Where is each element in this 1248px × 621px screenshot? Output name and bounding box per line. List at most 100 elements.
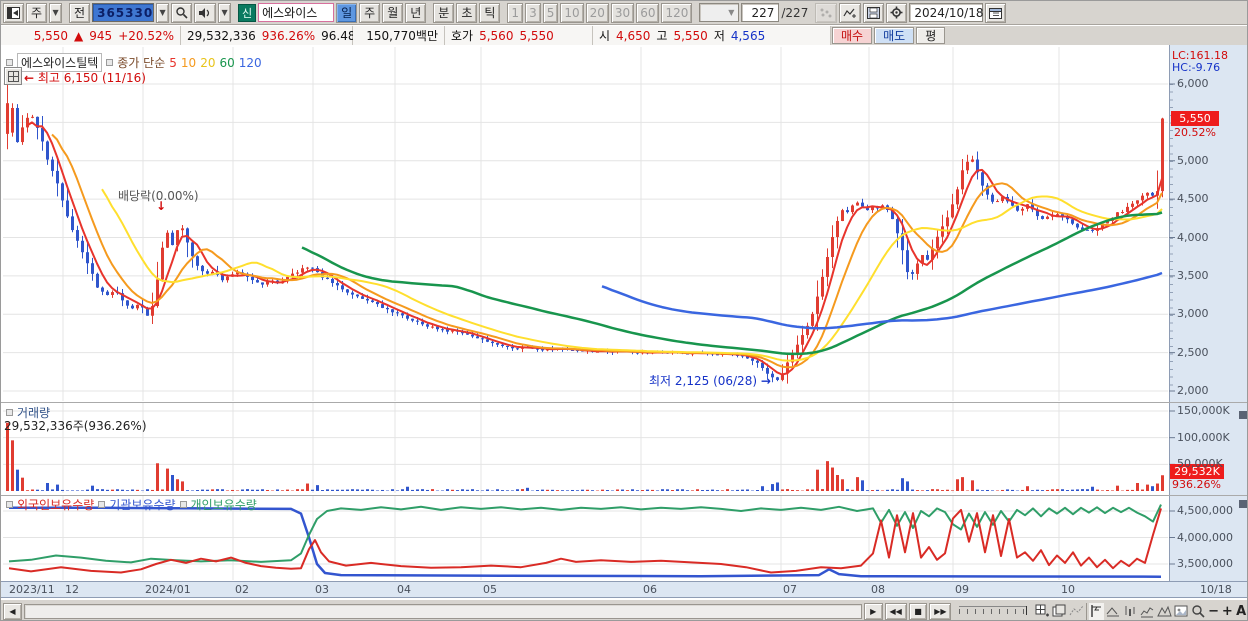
empty-select[interactable]: ▼ (699, 3, 740, 22)
change-pct-badge: 20.52% (1174, 126, 1216, 139)
x-axis-label: 10 (1061, 583, 1075, 596)
x-axis-label: 10/18 (1200, 583, 1232, 596)
search-icon (176, 7, 188, 19)
tab-tick[interactable]: 틱 (479, 2, 501, 23)
indicator-button[interactable] (839, 2, 862, 23)
bar-count-input[interactable]: 227 (741, 3, 780, 22)
settings-button[interactable] (886, 2, 908, 23)
tab-second[interactable]: 초 (456, 2, 478, 23)
legend-bullet (98, 501, 106, 508)
tab-yearly[interactable]: 년 (405, 2, 427, 23)
trendline-button[interactable] (1069, 603, 1084, 620)
buy-button[interactable]: 매수 (832, 27, 873, 44)
x-axis-label: 04 (397, 583, 411, 596)
date-input[interactable]: 2024/10/18 (909, 3, 984, 22)
minute-60-button[interactable]: 60 (636, 2, 660, 23)
copy-chart-button[interactable] (1052, 603, 1067, 620)
top-toolbar: 주 ▼ 전 365330 ▼ ▼ 신 에스와이스 일 주 월 년 분 초 틱 1… (1, 1, 1247, 25)
minute-10-button[interactable]: 10 (560, 2, 584, 23)
export-image-icon (1174, 605, 1188, 617)
compare-button[interactable] (815, 2, 838, 23)
legend-bullet (179, 501, 187, 508)
price-axis-minor-ticks (1170, 84, 1173, 391)
price-change: 945 (89, 28, 113, 43)
pane-collapse-icon[interactable] (1239, 411, 1247, 419)
quote-info-bar: 5,550 ▲ 945 +20.52% 29,532,336 936.26% 9… (1, 26, 1247, 45)
price-axis-label: 3,000 (1177, 307, 1209, 321)
peak-tool-button[interactable] (1106, 603, 1121, 620)
week-mode-button[interactable]: 주 (26, 2, 48, 23)
pattern-tool-button[interactable] (1156, 603, 1172, 620)
export-image-button[interactable] (1174, 603, 1189, 620)
sound-dropdown[interactable]: ▼ (218, 2, 232, 23)
add-pane-icon (1035, 604, 1050, 617)
axis-tool-icon (1091, 605, 1101, 617)
minute-3-button[interactable]: 3 (525, 2, 541, 23)
bottom-toolbar: ◀ ▶ ◀◀ ■ ▶▶ − + A (1, 599, 1247, 620)
bars-up-tool-button[interactable] (1140, 603, 1155, 620)
rewind-button[interactable]: ◀◀ (884, 602, 907, 620)
volume-value: 29,532,336 (187, 28, 256, 43)
tab-monthly[interactable]: 월 (382, 2, 404, 23)
up-arrow-icon: ▲ (74, 28, 84, 43)
bars-down-tool-button[interactable] (1123, 603, 1138, 620)
speed-slider[interactable] (959, 606, 1028, 616)
chart-grid-button[interactable] (4, 67, 22, 85)
hoga-label: 호가 (451, 29, 474, 43)
down-arrow-icon: ↓ (156, 199, 167, 213)
scroll-left-button[interactable]: ◀ (3, 602, 22, 620)
ma60-label: 60 (219, 55, 235, 70)
axis-tool-button[interactable] (1088, 602, 1104, 620)
avg-button[interactable]: 평 (916, 27, 946, 44)
sell-button[interactable]: 매도 (874, 27, 915, 44)
tab-minute[interactable]: 분 (433, 2, 455, 23)
price-axis-label: 2,000 (1177, 384, 1209, 397)
minute-120-button[interactable]: 120 (661, 2, 693, 23)
minute-30-button[interactable]: 30 (610, 2, 635, 23)
volume-axis-label: 150,000K (1177, 404, 1230, 417)
chart-plot-area[interactable] (1, 45, 1247, 598)
ma10-label: 10 (180, 55, 197, 70)
current-price-badge: 5,550 (1171, 111, 1219, 126)
volume-pct-badge: 936.26% (1172, 478, 1221, 491)
zoom-out-button[interactable]: − (1208, 604, 1220, 619)
calendar-icon (989, 7, 1003, 19)
price-axis-label: 4,500 (1177, 192, 1209, 206)
legend-bullet (6, 501, 13, 508)
minute-5-button[interactable]: 5 (542, 2, 559, 23)
tab-daily[interactable]: 일 (336, 2, 358, 23)
prev-stock-button[interactable]: 전 (69, 2, 91, 23)
zoom-in-button[interactable]: + (1222, 604, 1234, 619)
zoom-button[interactable] (1191, 603, 1206, 620)
panel-arrow-icon (7, 6, 20, 19)
panel-toggle-button[interactable] (3, 2, 24, 23)
hc-value: HC:-9.76 (1172, 61, 1221, 74)
current-price: 5,550 (33, 28, 69, 43)
x-axis-label: 02 (235, 583, 249, 596)
pane-collapse-icon[interactable] (1239, 500, 1247, 508)
week-mode-dropdown[interactable]: ▼ (49, 2, 63, 23)
minute-20-button[interactable]: 20 (585, 2, 609, 23)
volume-value-text: 29,532,336주(936.26%) (4, 419, 147, 433)
fast-forward-button[interactable]: ▶▶ (929, 602, 952, 620)
tab-weekly[interactable]: 주 (359, 2, 381, 23)
stock-code-input[interactable]: 365330 (92, 3, 155, 22)
institution-holdings-label: 기관보유수량 (109, 498, 176, 512)
minute-1-button[interactable]: 1 (507, 2, 524, 23)
sound-button[interactable] (194, 2, 217, 23)
chart-scrollbar[interactable] (23, 603, 862, 619)
calendar-button[interactable] (985, 2, 1007, 23)
play-button[interactable]: ▶ (863, 602, 883, 620)
pane-separator[interactable] (1, 402, 1247, 403)
stock-name-field[interactable]: 에스와이스 (258, 3, 335, 22)
stop-button[interactable]: ■ (908, 602, 928, 620)
add-pane-button[interactable] (1035, 603, 1050, 620)
save-button[interactable] (863, 2, 885, 23)
code-dropdown[interactable]: ▼ (156, 2, 170, 23)
search-button[interactable] (171, 2, 193, 23)
x-axis-label: 2023/11 (9, 583, 55, 596)
legend-bullet (6, 59, 13, 66)
text-tool-button[interactable]: A (1235, 604, 1247, 619)
legend-bullet (106, 59, 114, 66)
holdings-axis-label: 4,000,000 (1177, 530, 1233, 544)
